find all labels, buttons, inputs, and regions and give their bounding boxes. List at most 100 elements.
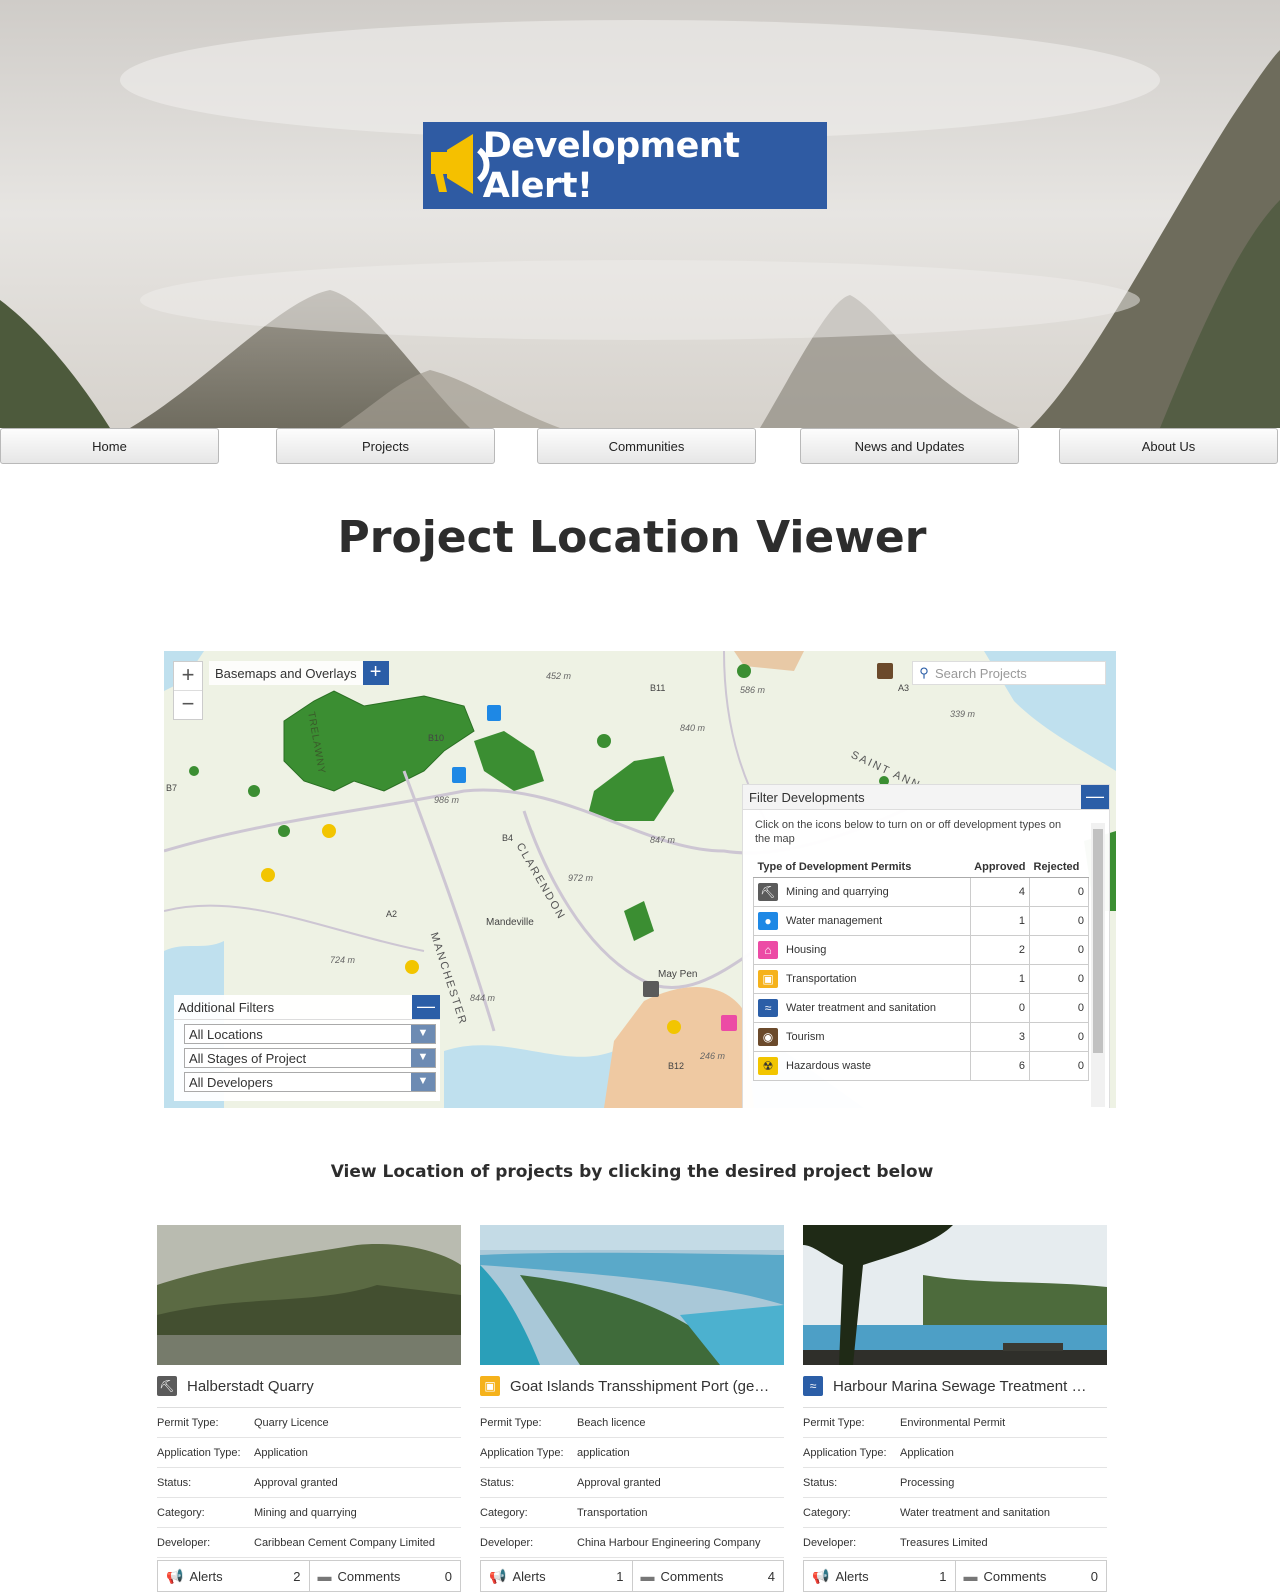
alerts-button[interactable]: 📢 Alerts 1 xyxy=(481,1561,632,1591)
search-input[interactable]: Search Projects xyxy=(935,666,1027,681)
table-row[interactable]: ◉ Tourism 3 0 xyxy=(753,1022,1089,1052)
project-photo[interactable] xyxy=(480,1225,784,1365)
table-row[interactable]: ▣ Transportation 1 0 xyxy=(753,964,1089,994)
project-map[interactable]: Mandeville May Pen CLARENDON MANCHESTER … xyxy=(164,651,1116,1108)
project-title[interactable]: ▣ Goat Islands Transshipment Port (ge… xyxy=(480,1365,784,1408)
comments-label: Comments xyxy=(337,1568,401,1584)
status-row: Status: Processing xyxy=(803,1468,1107,1498)
rejected-count: 0 xyxy=(1029,993,1089,1023)
field-value: Water treatment and sanitation xyxy=(900,1506,1051,1519)
project-photo[interactable] xyxy=(157,1225,461,1365)
comments-button[interactable]: ▬ Comments 0 xyxy=(308,1561,461,1591)
table-row[interactable]: ☢ Hazardous waste 6 0 xyxy=(753,1051,1089,1081)
basemaps-toggle[interactable]: Basemaps and Overlays + xyxy=(209,661,389,685)
house-icon[interactable]: ⌂ xyxy=(758,941,778,959)
project-title[interactable]: ≈ Harbour Marina Sewage Treatment … xyxy=(803,1365,1107,1408)
alerts-button[interactable]: 📢 Alerts 2 xyxy=(158,1561,309,1591)
project-card[interactable]: ≈ Harbour Marina Sewage Treatment … Perm… xyxy=(803,1225,1107,1592)
stages-select-value: All Stages of Project xyxy=(189,1050,307,1066)
table-row[interactable]: ⌂ Housing 2 0 xyxy=(753,935,1089,965)
field-label: Status: xyxy=(157,1476,192,1489)
comment-icon: ▬ xyxy=(963,1568,978,1584)
camera-icon[interactable]: ◉ xyxy=(758,1028,778,1046)
megaphone-icon: 📢 xyxy=(166,1567,184,1584)
application-row: Application Type: Application xyxy=(157,1438,461,1468)
rejected-count: 0 xyxy=(1029,906,1089,936)
field-value: Caribbean Cement Company Limited xyxy=(254,1536,435,1549)
dev-type-label: Housing xyxy=(786,943,827,956)
elevation-label: 840 m xyxy=(680,723,706,733)
additional-filters-panel: Additional Filters — All Locations ▼ All … xyxy=(174,995,440,1101)
project-title-text[interactable]: Halberstadt Quarry xyxy=(187,1378,314,1395)
project-title-text[interactable]: Goat Islands Transshipment Port (ge… xyxy=(510,1378,769,1395)
table-row[interactable]: ≈ Water treatment and sanitation 0 0 xyxy=(753,993,1089,1023)
megaphone-icon xyxy=(423,122,490,209)
nav-projects[interactable]: Projects xyxy=(276,428,495,464)
approved-count: 0 xyxy=(969,993,1031,1023)
approved-count: 3 xyxy=(969,1022,1031,1052)
alerts-label: Alerts xyxy=(835,1568,869,1584)
panel-scrollbar[interactable] xyxy=(1091,823,1105,1107)
development-alert-logo[interactable]: Development Alert! xyxy=(423,122,827,209)
table-row[interactable]: ● Water management 1 0 xyxy=(753,906,1089,936)
water-drop-icon[interactable]: ● xyxy=(758,912,778,930)
scrollbar-thumb[interactable] xyxy=(1093,829,1103,1053)
elevation-label: 339 m xyxy=(950,709,976,719)
project-card[interactable]: ⛏ Halberstadt Quarry Permit Type: Quarry … xyxy=(157,1225,461,1592)
search-projects-box[interactable]: ⚲ Search Projects xyxy=(912,661,1106,685)
field-value: Beach licence xyxy=(577,1416,646,1429)
comments-count: 0 xyxy=(1090,1568,1098,1584)
main-nav: Home Projects Communities News and Updat… xyxy=(0,428,1280,466)
nav-news-and-updates[interactable]: News and Updates xyxy=(800,428,1019,464)
locations-select[interactable]: All Locations ▼ xyxy=(184,1024,436,1044)
bus-icon[interactable]: ▣ xyxy=(758,970,778,988)
pickaxe-icon[interactable]: ⛏ xyxy=(758,883,778,901)
status-row: Status: Approval granted xyxy=(480,1468,784,1498)
zoom-in-button[interactable]: + xyxy=(174,662,202,691)
search-icon: ⚲ xyxy=(919,665,929,680)
comments-button[interactable]: ▬ Comments 0 xyxy=(954,1561,1107,1591)
project-photo[interactable] xyxy=(803,1225,1107,1365)
dev-type-label: Tourism xyxy=(786,1030,825,1043)
field-value: Approval granted xyxy=(254,1476,338,1489)
nav-home[interactable]: Home xyxy=(0,428,219,464)
alerts-label: Alerts xyxy=(512,1568,546,1584)
development-types-table: Type of Development Permits Approved Rej… xyxy=(753,857,1089,1081)
project-card[interactable]: ▣ Goat Islands Transshipment Port (ge… P… xyxy=(480,1225,784,1592)
nav-communities[interactable]: Communities xyxy=(537,428,756,464)
elevation-label: 724 m xyxy=(330,955,356,965)
collapse-minus-icon[interactable]: — xyxy=(412,995,440,1019)
table-row[interactable]: ⛏ Mining and quarrying 4 0 xyxy=(753,877,1089,907)
project-title-text[interactable]: Harbour Marina Sewage Treatment … xyxy=(833,1378,1086,1395)
field-value: Transportation xyxy=(577,1506,648,1519)
field-label: Application Type: xyxy=(480,1446,564,1459)
locations-select-value: All Locations xyxy=(189,1026,263,1042)
project-title[interactable]: ⛏ Halberstadt Quarry xyxy=(157,1365,461,1408)
card-footer: 📢 Alerts 1 ▬ Comments 0 xyxy=(803,1560,1107,1592)
permit-row: Permit Type: Beach licence xyxy=(480,1408,784,1438)
radiation-icon[interactable]: ☢ xyxy=(758,1057,778,1075)
field-value: Treasures Limited xyxy=(900,1536,988,1549)
elevation-label: 586 m xyxy=(740,685,766,695)
developers-select[interactable]: All Developers ▼ xyxy=(184,1072,436,1092)
field-label: Developer: xyxy=(480,1536,534,1549)
comments-button[interactable]: ▬ Comments 4 xyxy=(631,1561,784,1591)
nav-about-us[interactable]: About Us xyxy=(1059,428,1278,464)
rejected-count: 0 xyxy=(1029,1022,1089,1052)
zoom-control: + − xyxy=(173,661,203,720)
zoom-out-button[interactable]: − xyxy=(174,691,202,719)
expand-plus-icon[interactable]: + xyxy=(362,661,389,685)
col-approved: Approved xyxy=(970,857,1030,878)
collapse-minus-icon[interactable]: — xyxy=(1081,785,1109,809)
stages-select[interactable]: All Stages of Project ▼ xyxy=(184,1048,436,1068)
waves-icon[interactable]: ≈ xyxy=(758,999,778,1017)
category-row: Category: Water treatment and sanitation xyxy=(803,1498,1107,1528)
category-row: Category: Mining and quarrying xyxy=(157,1498,461,1528)
field-label: Category: xyxy=(480,1506,528,1519)
alerts-button[interactable]: 📢 Alerts 1 xyxy=(804,1561,955,1591)
comments-label: Comments xyxy=(983,1568,1047,1584)
field-label: Application Type: xyxy=(157,1446,241,1459)
field-value: Processing xyxy=(900,1476,955,1489)
col-type: Type of Development Permits xyxy=(753,857,971,878)
elevation-label: 847 m xyxy=(650,835,676,845)
